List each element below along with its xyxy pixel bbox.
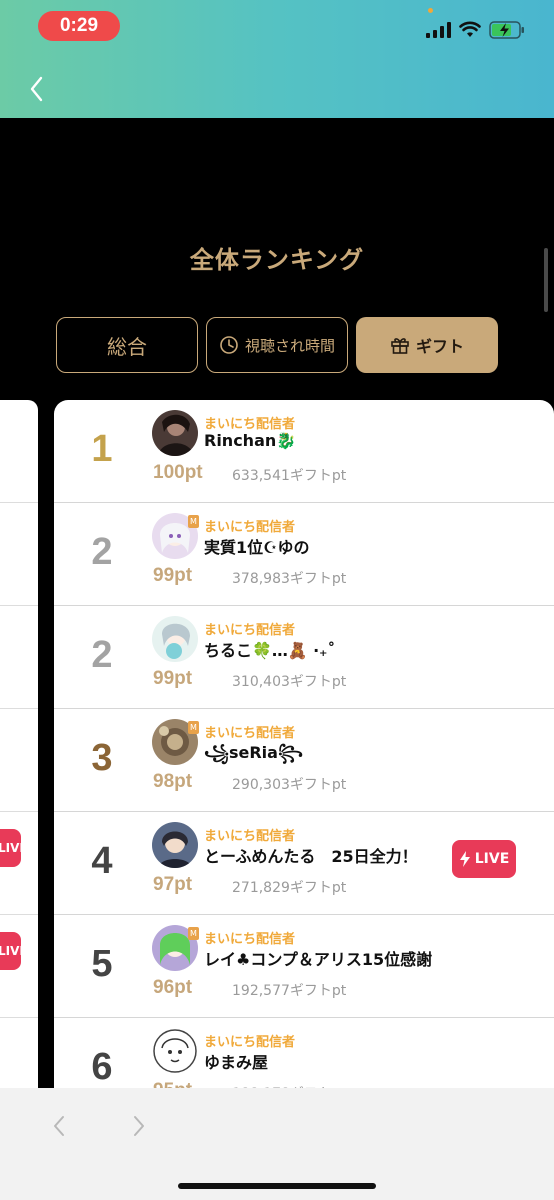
tab-gift-label: ギフト — [415, 337, 464, 356]
divider — [0, 502, 38, 503]
tab-overall[interactable]: 総合 — [56, 317, 198, 373]
signal-icon — [426, 22, 451, 38]
tab-watch-time-label: 視聴され時間 — [244, 336, 335, 355]
points-value: 97pt — [153, 874, 193, 895]
rank-number: 2 — [91, 531, 113, 573]
daily-streamer-tag: まいにち配信者 — [204, 829, 296, 844]
avatar[interactable] — [152, 1028, 198, 1074]
daily-streamer-tag: まいにち配信者 — [204, 726, 296, 741]
daily-streamer-tag: まいにち配信者 — [204, 520, 296, 535]
points-value: 99pt — [153, 668, 193, 689]
live-button[interactable]: LIVE — [452, 840, 516, 878]
ranking-list[interactable]: 1 まいにち配信者 Rinchan🐉 100pt 633,541ギフトpt 2 … — [54, 400, 554, 1100]
tab-overall-label: 総合 — [107, 334, 147, 359]
side-ranking-card[interactable]: LIVE LIVE — [0, 400, 38, 1100]
ranking-row[interactable]: 5 M まいにち配信者 レイ♣コンプ＆アリス15位感謝 96pt 192,577… — [54, 915, 554, 1018]
divider — [0, 811, 38, 812]
back-chevron-icon[interactable] — [26, 74, 50, 104]
ranking-row[interactable]: 4 まいにち配信者 とーふめんたる 25日全力！ 97pt 271,829ギフト… — [54, 812, 554, 915]
tab-gift[interactable]: ギフト — [356, 317, 498, 373]
daily-streamer-tag: まいにち配信者 — [204, 417, 296, 432]
streamer-name[interactable]: Rinchan🐉 — [204, 431, 296, 450]
side-live-button[interactable]: LIVE — [0, 932, 21, 970]
ranking-row[interactable]: 3 M まいにち配信者 ꧁seRia꧂ 98pt 290,303ギフトpt — [54, 709, 554, 812]
lightning-icon — [459, 851, 470, 867]
daily-streamer-tag: まいにち配信者 — [204, 1035, 296, 1050]
streamer-name[interactable]: レイ♣コンプ＆アリス15位感謝 — [204, 946, 432, 970]
streamer-name[interactable]: ゆまみ屋 — [204, 1049, 268, 1073]
points-value: 100pt — [153, 462, 203, 483]
ranking-row[interactable]: 2 まいにち配信者 ちるこ🍀…🧸 ‧₊˚ 99pt 310,403ギフトpt — [54, 606, 554, 709]
privacy-indicator-dot — [428, 8, 433, 13]
ranking-row[interactable]: 2 M まいにち配信者 実質1位☪ゆの 99pt 378,983ギフトpt — [54, 503, 554, 606]
clock-icon — [220, 336, 238, 354]
battery-charging-icon — [489, 21, 524, 39]
status-time: 0:29 — [38, 11, 120, 41]
gift-points: 633,541ギフトpt — [232, 468, 347, 484]
gift-points: 271,829ギフトpt — [232, 880, 347, 896]
back-arrow-icon[interactable] — [50, 1114, 68, 1138]
points-value: 99pt — [153, 565, 193, 586]
live-label: LIVE — [474, 851, 510, 867]
gift-points: 310,403ギフトpt — [232, 674, 347, 690]
daily-streamer-tag: まいにち配信者 — [204, 932, 296, 947]
streamer-name[interactable]: 実質1位☪ゆの — [204, 534, 309, 558]
streamer-name[interactable]: とーふめんたる 25日全力！ — [204, 843, 418, 867]
avatar[interactable] — [152, 410, 198, 456]
level-badge: M — [188, 515, 199, 528]
forward-arrow-icon[interactable] — [130, 1114, 148, 1138]
wifi-icon — [459, 21, 481, 37]
ranking-row[interactable]: 1 まいにち配信者 Rinchan🐉 100pt 633,541ギフトpt — [54, 400, 554, 503]
points-value: 96pt — [153, 977, 193, 998]
rank-number: 4 — [91, 840, 113, 882]
rank-number: 3 — [91, 737, 113, 779]
level-badge: M — [188, 721, 199, 734]
avatar[interactable] — [152, 822, 198, 868]
tab-watch-time[interactable]: 視聴され時間 — [206, 317, 348, 373]
scrollbar-thumb[interactable] — [544, 248, 548, 312]
streamer-name[interactable]: ꧁seRia꧂ — [204, 740, 303, 773]
gift-icon — [391, 338, 409, 354]
status-header: 0:29 — [0, 0, 554, 118]
level-badge: M — [188, 927, 199, 940]
rank-number: 5 — [91, 943, 113, 985]
streamer-name[interactable]: ちるこ🍀…🧸 ‧₊˚ — [204, 637, 335, 661]
home-indicator[interactable] — [178, 1183, 376, 1189]
daily-streamer-tag: まいにち配信者 — [204, 623, 296, 638]
rank-number: 2 — [91, 634, 113, 676]
divider — [0, 708, 38, 709]
gift-points: 192,577ギフトpt — [232, 983, 347, 999]
page-title: 全体ランキング — [189, 246, 365, 274]
gift-points: 378,983ギフトpt — [232, 571, 347, 587]
avatar[interactable] — [152, 616, 198, 662]
divider — [0, 914, 38, 915]
rank-number: 1 — [91, 428, 113, 470]
rank-number: 6 — [91, 1046, 113, 1088]
gift-points: 290,303ギフトpt — [232, 777, 347, 793]
divider — [0, 605, 38, 606]
points-value: 98pt — [153, 771, 193, 792]
side-live-button[interactable]: LIVE — [0, 829, 21, 867]
divider — [0, 1017, 38, 1018]
